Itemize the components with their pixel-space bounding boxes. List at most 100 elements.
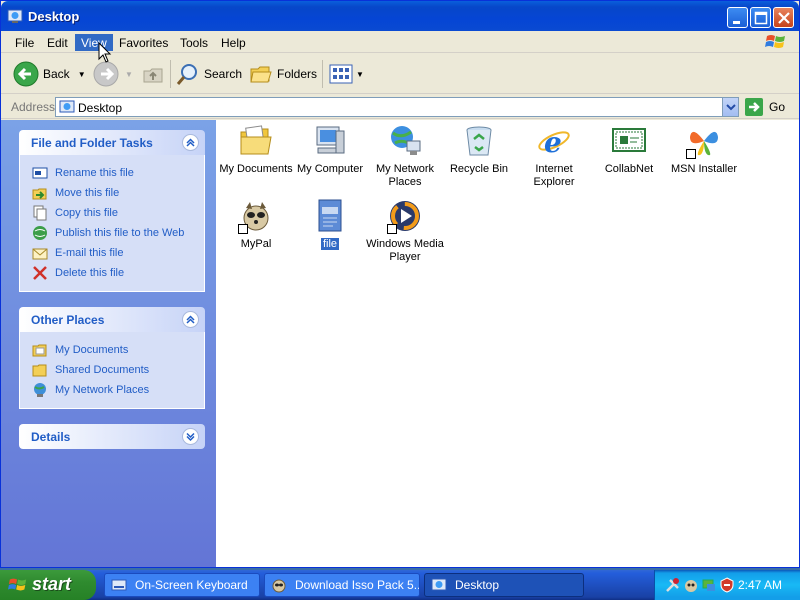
task-label: Copy this file [55, 207, 118, 219]
search-button[interactable]: Search [176, 60, 242, 88]
up-folder-icon [143, 68, 163, 83]
folders-button[interactable]: Folders [249, 60, 317, 88]
address-value: Desktop [78, 101, 123, 115]
place-my-network-places[interactable]: My Network Places [32, 380, 204, 400]
collapse-chevron-icon[interactable] [182, 311, 199, 328]
go-label: Go [769, 100, 786, 114]
desktop-item-mypal[interactable]: MyPal [216, 198, 296, 251]
network-icon [34, 383, 46, 397]
desktop-item-my-documents[interactable]: My Documents [216, 123, 296, 176]
other-places-panel: Other Places My Documents Shared Documen… [19, 307, 205, 409]
views-dropdown-icon[interactable]: ▼ [356, 70, 364, 79]
taskbar-button-label: Desktop [455, 578, 500, 592]
task-label: Move this file [55, 187, 120, 199]
taskbar-button-label: On-Screen Keyboard [135, 578, 248, 592]
delete-icon [33, 266, 47, 280]
panel-title: Other Places [31, 313, 105, 327]
shortcut-arrow-icon [686, 149, 696, 159]
explorer-window: Desktop File Edit View Favorites Tools H… [0, 0, 800, 568]
desktop-item-my-network-places[interactable]: My Network Places [365, 123, 445, 189]
start-button[interactable]: start [0, 570, 96, 600]
task-email[interactable]: E-mail this file [32, 243, 204, 263]
folders-icon [250, 66, 272, 83]
menu-edit[interactable]: Edit [41, 34, 74, 51]
collabnet-icon [612, 128, 646, 152]
close-button[interactable] [773, 7, 794, 28]
windows-logo-icon [8, 578, 27, 591]
keyboard-icon [111, 579, 127, 591]
desktop-item-collabnet[interactable]: CollabNet [589, 123, 669, 176]
task-rename[interactable]: Rename this file [32, 163, 204, 183]
task-move[interactable]: Move this file [32, 183, 204, 203]
taskbar-button-on-screen-keyboard[interactable]: On-Screen Keyboard [104, 573, 260, 597]
address-label: Address [11, 100, 56, 114]
menu-favorites[interactable]: Favorites [113, 34, 174, 51]
task-label: Publish this file to the Web [55, 227, 185, 239]
tray-security-shield-icon[interactable] [719, 577, 735, 593]
toolbar: Back ▼ ▼ Search Folders ▼ [1, 54, 799, 94]
desktop-item-file[interactable]: file [290, 198, 370, 251]
desktop-item-msn-installer[interactable]: MSN Installer [664, 123, 744, 176]
up-folder-button[interactable] [141, 60, 165, 88]
tray-mypal-icon[interactable] [683, 577, 699, 593]
go-button[interactable]: Go [745, 98, 785, 116]
item-label: Windows Media Player [366, 238, 444, 263]
place-label: My Network Places [55, 384, 150, 396]
place-shared-documents[interactable]: Shared Documents [32, 360, 204, 380]
maximize-button[interactable] [750, 7, 771, 28]
collapse-chevron-icon[interactable] [182, 134, 199, 151]
views-icon [329, 64, 353, 84]
desktop-folder-view: My Documents My Computer My Network Plac… [216, 120, 799, 567]
toolbar-separator [322, 60, 323, 88]
desktop-item-windows-media-player[interactable]: Windows Media Player [365, 198, 445, 264]
desktop-icon [431, 578, 447, 591]
desktop-item-internet-explorer[interactable]: e Internet Explorer [514, 123, 594, 189]
title-bar[interactable]: Desktop [1, 1, 799, 31]
expand-chevron-icon[interactable] [182, 428, 199, 445]
go-arrow-icon [745, 98, 763, 116]
item-label: MyPal [240, 238, 272, 250]
recycle-bin-icon [466, 126, 492, 156]
taskbar-button-desktop[interactable]: Desktop [424, 573, 584, 597]
task-publish[interactable]: Publish this file to the Web [32, 223, 204, 243]
tray-tools-icon[interactable] [665, 577, 681, 593]
address-input[interactable]: Desktop [55, 97, 739, 117]
place-my-documents[interactable]: My Documents [32, 340, 204, 360]
details-header[interactable]: Details [19, 424, 205, 449]
forward-arrow-icon [93, 61, 119, 87]
window-title: Desktop [28, 9, 80, 24]
menu-help[interactable]: Help [215, 34, 252, 51]
clock: 2:47 AM [737, 578, 782, 592]
item-label: Recycle Bin [449, 163, 509, 175]
taskbar-button-download[interactable]: Download Isso Pack 5... [264, 573, 420, 597]
back-button[interactable]: Back ▼ [13, 60, 86, 88]
folder-icon [32, 364, 47, 377]
publish-icon [33, 226, 47, 240]
file-folder-tasks-header[interactable]: File and Folder Tasks [19, 130, 205, 155]
forward-dropdown-icon[interactable]: ▼ [125, 70, 133, 79]
task-label: Delete this file [55, 267, 125, 279]
task-copy[interactable]: Copy this file [32, 203, 204, 223]
item-label: MSN Installer [670, 163, 738, 175]
task-delete[interactable]: Delete this file [32, 263, 204, 283]
network-places-icon [391, 126, 421, 155]
forward-button[interactable]: ▼ [93, 60, 133, 88]
task-label: E-mail this file [55, 247, 124, 259]
tray-network-icon[interactable] [701, 577, 717, 593]
menu-tools[interactable]: Tools [174, 34, 214, 51]
other-places-header[interactable]: Other Places [19, 307, 205, 332]
item-label: My Network Places [375, 163, 435, 188]
panel-title: Details [31, 430, 71, 444]
toolbar-separator [170, 60, 171, 88]
file-folder-tasks-panel: File and Folder Tasks Rename this file M… [19, 130, 205, 292]
address-dropdown-button[interactable] [722, 98, 738, 116]
minimize-button[interactable] [727, 7, 748, 28]
views-button[interactable]: ▼ [329, 60, 364, 88]
desktop-item-recycle-bin[interactable]: Recycle Bin [439, 123, 519, 176]
other-places-list: My Documents Shared Documents My Network… [19, 332, 205, 409]
menu-file[interactable]: File [9, 34, 40, 51]
back-dropdown-icon[interactable]: ▼ [78, 70, 86, 79]
desktop-item-my-computer[interactable]: My Computer [290, 123, 370, 176]
panel-title: File and Folder Tasks [31, 136, 153, 150]
desktop-icon [7, 9, 23, 23]
